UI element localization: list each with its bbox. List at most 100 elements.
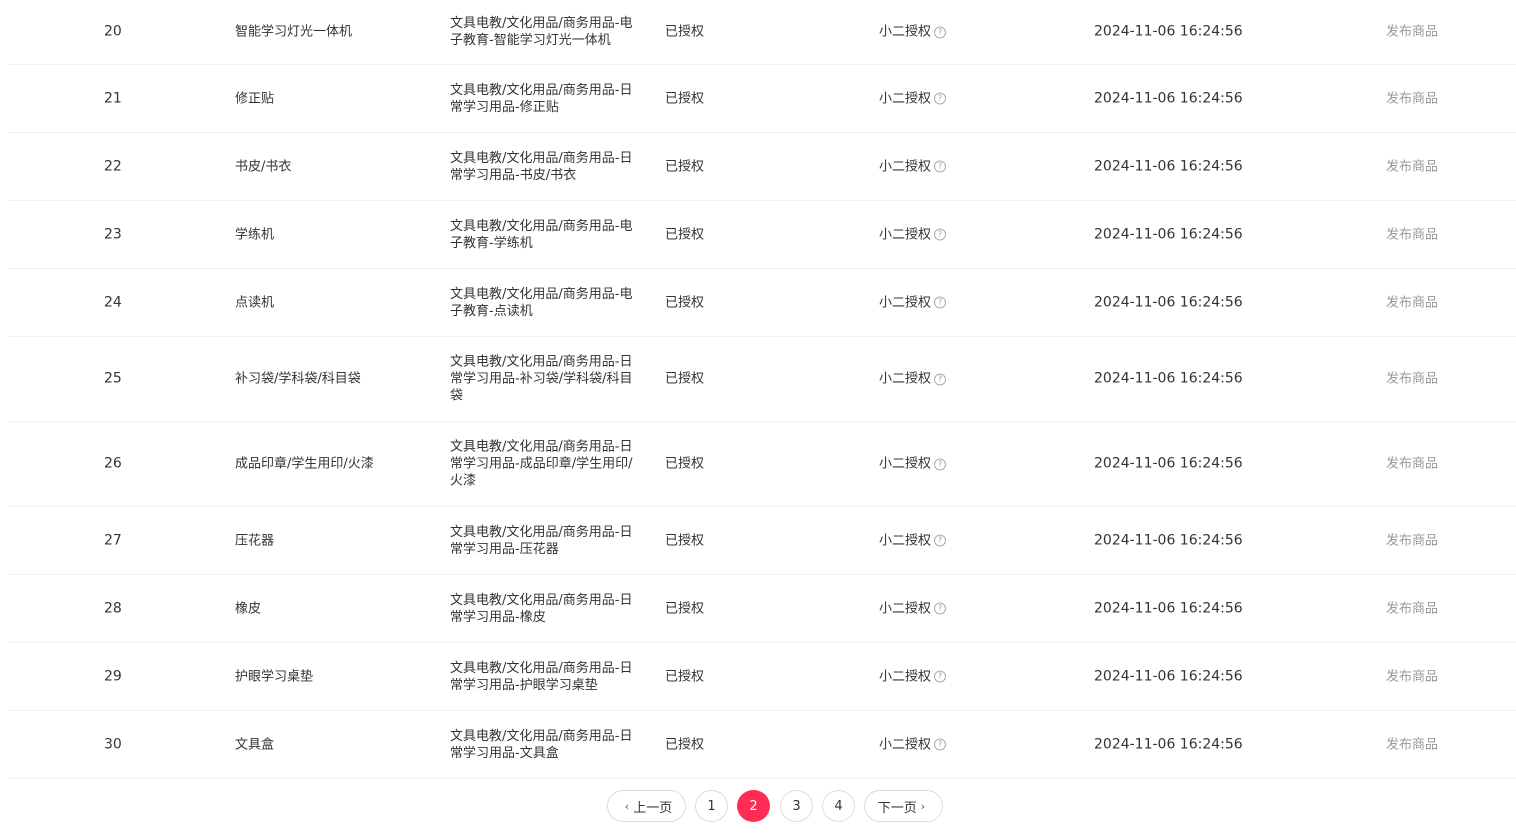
table-row: 28 橡皮 文具电教/文化用品/商务用品-日常学习用品-橡皮 已授权 小二授权?… — [8, 575, 1516, 643]
auth-time: 2024-11-06 16:24:56 — [1094, 668, 1243, 684]
category-name: 学练机 — [235, 227, 275, 242]
help-icon[interactable]: ? — [934, 26, 947, 38]
category-path: 文具电教/文化用品/商务用品-日常学习用品-橡皮 — [450, 592, 633, 625]
auth-time: 2024-11-06 16:24:56 — [1094, 532, 1243, 548]
auth-status: 已授权 — [665, 669, 705, 684]
category-path: 文具电教/文化用品/商务用品-电子教育-智能学习灯光一体机 — [450, 16, 633, 48]
publish-product-link[interactable]: 发布商品 — [1386, 532, 1438, 549]
category-path: 文具电教/文化用品/商务用品-电子教育-点读机 — [450, 286, 633, 319]
page-button-1[interactable]: 1 — [695, 790, 728, 822]
publish-product-link[interactable]: 发布商品 — [1386, 600, 1438, 617]
table-row: 24 点读机 文具电教/文化用品/商务用品-电子教育-点读机 已授权 小二授权?… — [8, 269, 1516, 337]
help-icon[interactable]: ? — [934, 534, 947, 547]
category-path: 文具电教/文化用品/商务用品-日常学习用品-压花器 — [450, 524, 633, 557]
help-icon[interactable]: ? — [934, 373, 947, 385]
auth-status: 已授权 — [665, 295, 705, 310]
auth-time: 2024-11-06 16:24:56 — [1094, 370, 1243, 387]
grant-type: 小二授权? — [879, 532, 947, 549]
auth-status: 已授权 — [665, 601, 705, 616]
grant-type: 小二授权? — [879, 294, 947, 311]
category-path: 文具电教/文化用品/商务用品-日常学习用品-文具盒 — [450, 728, 633, 761]
publish-product-link[interactable]: 发布商品 — [1386, 371, 1438, 388]
publish-product-link[interactable]: 发布商品 — [1386, 24, 1438, 41]
help-icon[interactable]: ? — [934, 296, 947, 309]
category-path: 文具电教/文化用品/商务用品-日常学习用品-补习袋/学科袋/科目袋 — [450, 354, 633, 404]
help-icon[interactable]: ? — [934, 228, 947, 241]
auth-status: 已授权 — [665, 159, 705, 174]
auth-status: 已授权 — [665, 227, 705, 242]
chevron-left-icon: ‹ — [624, 799, 630, 813]
publish-product-link[interactable]: 发布商品 — [1386, 90, 1438, 107]
publish-product-link[interactable]: 发布商品 — [1386, 668, 1438, 685]
auth-time: 2024-11-06 16:24:56 — [1094, 455, 1243, 472]
grant-type-label: 小二授权 — [879, 24, 932, 40]
category-path: 文具电教/文化用品/商务用品-日常学习用品-成品印章/学生用印/火漆 — [450, 439, 633, 489]
prev-page-button[interactable]: ‹ 上一页 — [607, 790, 686, 822]
category-name: 成品印章/学生用印/火漆 — [235, 456, 374, 472]
help-icon[interactable]: ? — [934, 92, 947, 105]
auth-status: 已授权 — [665, 91, 705, 106]
page-button-3[interactable]: 3 — [780, 790, 813, 822]
pagination: ‹ 上一页 1 2 3 4 下一页 › — [0, 790, 1516, 824]
category-name: 压花器 — [235, 533, 275, 548]
category-path: 文具电教/文化用品/商务用品-日常学习用品-书皮/书衣 — [450, 150, 633, 183]
category-name: 书皮/书衣 — [235, 159, 292, 174]
category-path: 文具电教/文化用品/商务用品-电子教育-学练机 — [450, 218, 633, 251]
help-icon[interactable]: ? — [934, 458, 947, 470]
publish-product-link[interactable]: 发布商品 — [1386, 294, 1438, 311]
category-path: 文具电教/文化用品/商务用品-日常学习用品-修正贴 — [450, 82, 633, 115]
table-row: 26 成品印章/学生用印/火漆 文具电教/文化用品/商务用品-日常学习用品-成品… — [8, 422, 1516, 507]
row-index: 29 — [104, 668, 122, 684]
grant-type-label: 小二授权 — [879, 91, 932, 106]
row-index: 25 — [104, 370, 122, 387]
row-index: 22 — [104, 158, 122, 174]
help-icon[interactable]: ? — [934, 670, 947, 683]
grant-type-label: 小二授权 — [879, 533, 932, 548]
grant-type-label: 小二授权 — [879, 456, 932, 472]
next-page-button[interactable]: 下一页 › — [864, 790, 943, 822]
grant-type: 小二授权? — [879, 668, 947, 685]
publish-product-link[interactable]: 发布商品 — [1386, 456, 1438, 473]
page-button-4[interactable]: 4 — [822, 790, 855, 822]
grant-type: 小二授权? — [879, 600, 947, 617]
table-row: 21 修正贴 文具电教/文化用品/商务用品-日常学习用品-修正贴 已授权 小二授… — [8, 65, 1516, 133]
publish-product-link[interactable]: 发布商品 — [1386, 736, 1438, 753]
table-row: 29 护眼学习桌垫 文具电教/文化用品/商务用品-日常学习用品-护眼学习桌垫 已… — [8, 643, 1516, 711]
auth-status: 已授权 — [665, 737, 705, 752]
category-name: 文具盒 — [235, 737, 275, 752]
publish-product-link[interactable]: 发布商品 — [1386, 226, 1438, 243]
auth-status: 已授权 — [665, 371, 705, 387]
page-button-2-current[interactable]: 2 — [737, 790, 770, 822]
table-row: 22 书皮/书衣 文具电教/文化用品/商务用品-日常学习用品-书皮/书衣 已授权… — [8, 133, 1516, 201]
row-index: 24 — [104, 294, 122, 310]
help-icon[interactable]: ? — [934, 602, 947, 615]
category-name: 点读机 — [235, 295, 275, 310]
grant-type-label: 小二授权 — [879, 669, 932, 684]
table-row: 23 学练机 文具电教/文化用品/商务用品-电子教育-学练机 已授权 小二授权?… — [8, 201, 1516, 269]
grant-type: 小二授权? — [879, 226, 947, 243]
auth-time: 2024-11-06 16:24:56 — [1094, 226, 1243, 242]
row-index: 21 — [104, 90, 122, 106]
category-path: 文具电教/文化用品/商务用品-日常学习用品-护眼学习桌垫 — [450, 660, 633, 693]
grant-type-label: 小二授权 — [879, 601, 932, 616]
row-index: 28 — [104, 600, 122, 616]
help-icon[interactable]: ? — [934, 160, 947, 173]
grant-type-label: 小二授权 — [879, 227, 932, 242]
category-name: 护眼学习桌垫 — [235, 669, 314, 684]
auth-time: 2024-11-06 16:24:56 — [1094, 90, 1243, 106]
chevron-right-icon: › — [920, 799, 926, 813]
row-index: 20 — [104, 23, 122, 40]
help-icon[interactable]: ? — [934, 738, 947, 751]
grant-type: 小二授权? — [879, 24, 947, 41]
auth-time: 2024-11-06 16:24:56 — [1094, 23, 1243, 40]
auth-time: 2024-11-06 16:24:56 — [1094, 600, 1243, 616]
table-row: 27 压花器 文具电教/文化用品/商务用品-日常学习用品-压花器 已授权 小二授… — [8, 507, 1516, 575]
publish-product-link[interactable]: 发布商品 — [1386, 158, 1438, 175]
auth-status: 已授权 — [665, 24, 705, 40]
category-name: 修正贴 — [235, 91, 275, 106]
grant-type: 小二授权? — [879, 158, 947, 175]
category-name: 橡皮 — [235, 601, 262, 616]
grant-type-label: 小二授权 — [879, 371, 932, 387]
authorized-category-table: 20 智能学习灯光一体机 文具电教/文化用品/商务用品-电子教育-智能学习灯光一… — [0, 0, 1516, 779]
auth-time: 2024-11-06 16:24:56 — [1094, 294, 1243, 310]
